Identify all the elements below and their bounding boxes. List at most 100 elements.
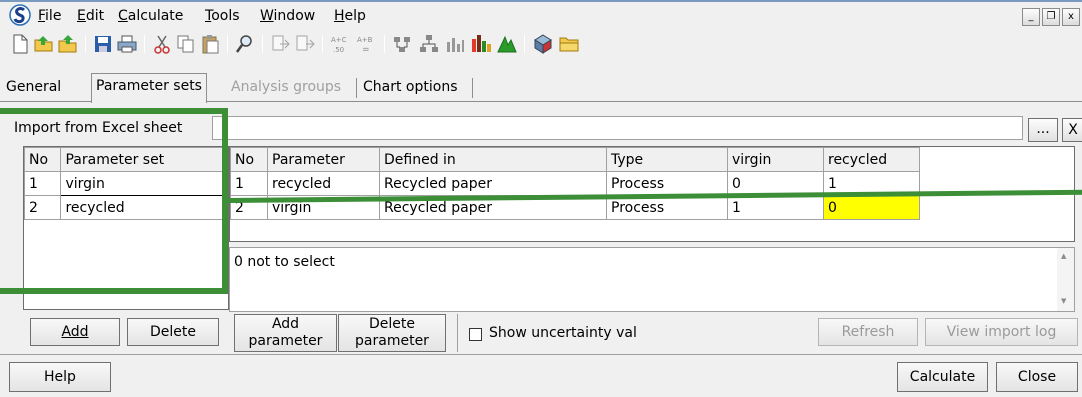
triangle-chart-icon[interactable] [496,33,518,55]
footer-divider [0,354,1082,355]
button-divider [457,314,458,352]
table-row[interactable]: 1 virgin [24,171,228,196]
close-button[interactable]: Close [996,362,1078,392]
folder-icon[interactable] [558,33,580,55]
tab-analysis-groups[interactable]: Analysis groups [227,75,345,101]
formula-ab-icon[interactable]: A+B= [356,33,378,55]
cut-icon[interactable] [151,33,173,55]
import-icon[interactable] [270,33,292,55]
delete-parameter-label-line1: Delete [369,316,415,332]
note-scrollbar[interactable]: ▲ ▼ [1057,248,1074,311]
cell-no[interactable]: 2 [24,195,62,220]
new-icon[interactable] [9,33,31,55]
menu-bar: File Edit Calculate Tools Window Help _ … [0,4,1082,30]
bar-chart-icon[interactable] [444,33,466,55]
cell-parameter[interactable]: virgin [267,195,380,220]
calculate-button[interactable]: Calculate [897,362,988,392]
table-row[interactable]: 2 virgin Recycled paper Process 1 0 [230,195,920,220]
restore-button[interactable]: ❐ [1042,8,1060,26]
column-header-parameter-set[interactable]: Parameter set [60,147,228,172]
add-parameter-label-line1: Add [271,316,300,332]
cell-recycled-value[interactable]: 0 [823,195,920,220]
menu-help[interactable]: Help [334,8,366,24]
minimize-button[interactable]: _ [1022,8,1040,26]
scroll-down-icon[interactable]: ▼ [1061,297,1066,305]
show-uncertainty-checkbox[interactable] [469,328,482,341]
tab-separator [356,78,357,98]
close-button-label: Close [1017,368,1057,385]
cell-virgin-value[interactable]: 0 [727,171,824,196]
copy-icon[interactable] [175,33,197,55]
cell-defined-in[interactable]: Recycled paper [379,195,607,220]
table-row[interactable]: 1 recycled Recycled paper Process 0 1 [230,171,920,196]
menu-calculate[interactable]: Calculate [118,8,183,24]
delete-button-label: Delete [150,323,196,340]
clear-import-button[interactable]: X [1062,118,1082,142]
import-path-field[interactable] [212,116,1023,140]
scroll-up-icon[interactable]: ▲ [1061,252,1066,260]
show-uncertainty-label[interactable]: Show uncertainty val [489,325,637,341]
toolbar: A+C .50 A+B = [0,30,1082,58]
open-folder-icon[interactable] [33,33,55,55]
column-header-type[interactable]: Type [606,147,728,172]
colored-bar-chart-icon[interactable] [470,33,492,55]
add-parameter-set-button[interactable]: Add [30,318,120,346]
menu-tools[interactable]: Tools [205,8,240,24]
column-header-virgin[interactable]: virgin [727,147,824,172]
save-icon[interactable] [92,33,114,55]
view-import-log-button[interactable]: View import log [925,318,1078,346]
paste-icon[interactable] [199,33,221,55]
globe-icon[interactable] [532,33,554,55]
close-window-button[interactable]: x [1062,8,1080,26]
column-header-defined-in[interactable]: Defined in [379,147,607,172]
column-header-no[interactable]: No [230,147,268,172]
grid-header-row: No Parameter set [24,147,228,172]
cell-no[interactable]: 1 [24,171,62,196]
menu-file[interactable]: File [38,8,61,24]
cell-defined-in[interactable]: Recycled paper [379,171,607,196]
tab-parameter-sets[interactable]: Parameter sets [91,73,207,103]
cell-type[interactable]: Process [606,171,728,196]
cell-parameter-set-name[interactable]: recycled [60,195,228,220]
export-icon[interactable] [294,33,316,55]
formula-ac-icon[interactable]: A+C .50 [330,33,352,55]
svg-text:=: = [362,45,370,55]
help-button[interactable]: Help [9,362,111,392]
delete-parameter-button[interactable]: Delete parameter [338,314,446,352]
column-header-parameter[interactable]: Parameter [267,147,380,172]
tab-chart-options[interactable]: Chart options [359,75,462,101]
cell-parameter[interactable]: recycled [267,171,380,196]
toolbar-separator [262,35,263,53]
cell-recycled-value[interactable]: 1 [823,171,920,196]
column-header-no[interactable]: No [24,147,62,172]
window-top-border [0,0,1082,2]
grid-header-row: No Parameter Defined in Type virgin recy… [230,147,920,172]
column-header-recycled[interactable]: recycled [823,147,920,172]
tree-icon[interactable] [418,33,440,55]
browse-button[interactable]: ... [1028,118,1058,142]
cell-type[interactable]: Process [606,195,728,220]
menu-window[interactable]: Window [260,8,315,24]
menu-edit[interactable]: Edit [77,8,104,24]
toolbar-separator [85,35,86,53]
add-parameter-label-line2: parameter [248,333,323,349]
app-logo-icon[interactable] [9,4,31,26]
help-button-label: Help [44,368,76,385]
open-icon[interactable] [57,33,79,55]
tab-general[interactable]: General [2,75,65,101]
refresh-button[interactable]: Refresh [818,318,918,346]
toolbar-separator [144,35,145,53]
tab-bar: General Parameter sets Analysis groups C… [0,73,1082,103]
cell-no[interactable]: 2 [230,195,268,220]
parameters-grid: No Parameter Defined in Type virgin recy… [229,146,1075,242]
delete-parameter-set-button[interactable]: Delete [127,318,219,346]
cell-parameter-set-name[interactable]: virgin [60,171,228,196]
cell-no[interactable]: 1 [230,171,268,196]
network-icon[interactable] [392,33,414,55]
print-icon[interactable] [116,33,138,55]
table-row[interactable]: 2 recycled [24,195,228,220]
find-icon[interactable] [234,33,256,55]
parameter-note-area[interactable]: 0 not to select ▲ ▼ [229,247,1075,312]
cell-virgin-value[interactable]: 1 [727,195,824,220]
add-parameter-button[interactable]: Add parameter [234,314,337,352]
